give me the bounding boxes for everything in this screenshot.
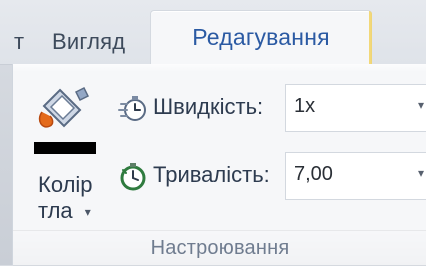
duration-row: Тривалість: 7,00 ▾	[117, 152, 426, 202]
group-label-text: Настроювання	[150, 237, 290, 259]
duration-label: Тривалість:	[153, 162, 270, 187]
background-color-label-line1: Колір	[38, 172, 93, 197]
duration-value: 7,00	[294, 163, 333, 185]
tab-edit-label: Редагування	[192, 24, 330, 50]
tab-view[interactable]: т Вигляд	[0, 22, 143, 62]
speed-row: Швидкість: 1x ▾	[117, 84, 426, 134]
speed-select[interactable]: 1x ▾	[285, 84, 426, 132]
ribbon-tab-strip: т Вигляд Редагування	[0, 0, 426, 65]
background-color-button[interactable]: Колір тла ▾	[32, 80, 104, 223]
chevron-down-icon[interactable]: ▾	[414, 98, 426, 118]
speed-label: Швидкість:	[153, 94, 264, 119]
timer-icon	[117, 162, 151, 192]
chevron-down-icon[interactable]: ▾	[414, 166, 426, 186]
tab-view-label: Вигляд	[52, 29, 126, 54]
background-color-label-line2: тла ▾	[38, 198, 91, 224]
background-color-swatch	[34, 142, 96, 154]
paint-bucket-icon	[38, 86, 90, 128]
ribbon-group-timing: Колір тла ▾ Швидкість: 1x ▾ Тривалість: …	[12, 64, 426, 266]
stopwatch-icon	[117, 94, 151, 124]
tab-cut-text: т	[14, 29, 24, 54]
speed-value: 1x	[294, 95, 316, 117]
tab-edit[interactable]: Редагування	[150, 10, 372, 65]
chevron-down-icon: ▾	[84, 205, 91, 219]
duration-input[interactable]: 7,00 ▾	[285, 152, 426, 200]
group-label: Настроювання	[13, 230, 426, 266]
background-color-label-text: тла	[38, 198, 73, 223]
